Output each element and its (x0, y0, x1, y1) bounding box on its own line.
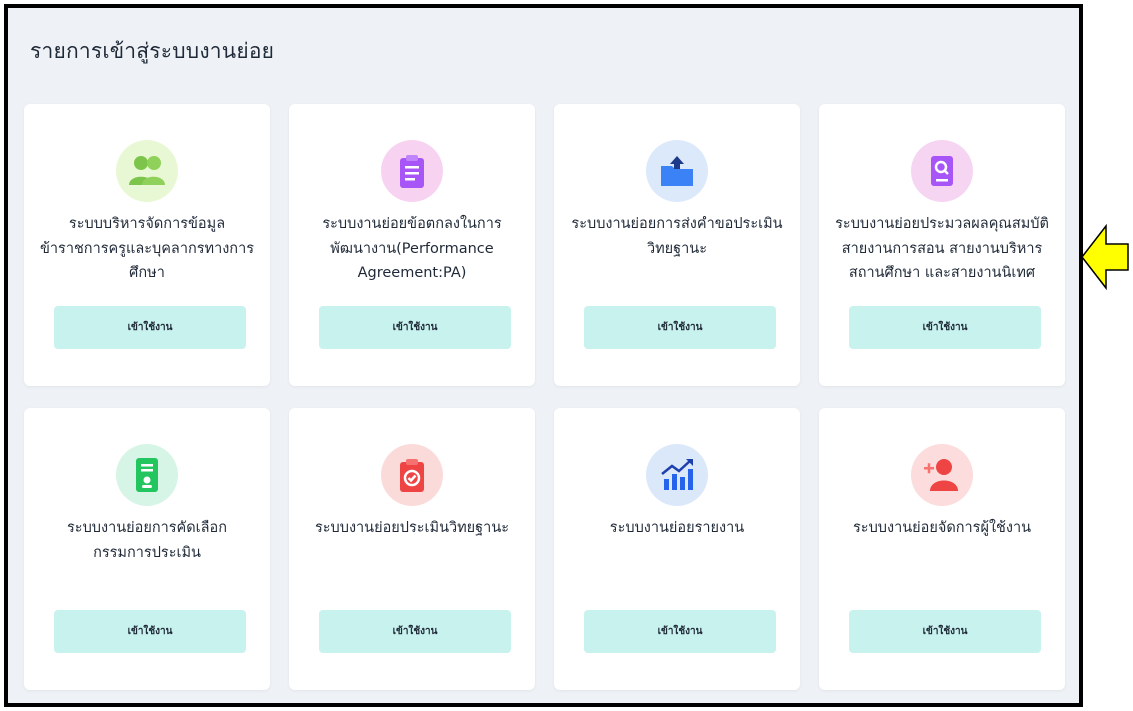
clipboard-check-icon (381, 444, 443, 506)
card-title: ระบบงานย่อยการส่งคำขอประเมินวิทยฐานะ (571, 216, 783, 257)
subsystem-card-users: ระบบงานย่อยจัดการผู้ใช้งาน เข้าใช้งาน (819, 408, 1065, 690)
subsystem-card-qualification: ระบบงานย่อยประมวลผลคุณสมบัติสายงานการสอน… (819, 104, 1065, 386)
enter-button[interactable]: เข้าใช้งาน (54, 610, 246, 653)
page-title: รายการเข้าสู่ระบบงานย่อย (30, 39, 275, 63)
add-user-icon (911, 444, 973, 506)
subsystem-card-report: ระบบงานย่อยรายงาน เข้าใช้งาน (554, 408, 800, 690)
highlight-arrow-icon (1081, 223, 1129, 291)
enter-button[interactable]: เข้าใช้งาน (849, 306, 1041, 349)
subsystem-card-committee: ระบบงานย่อยการคัดเลือกกรรมการประเมิน เข้… (24, 408, 270, 690)
document-search-icon (911, 140, 973, 202)
enter-button[interactable]: เข้าใช้งาน (319, 306, 511, 349)
card-title: ระบบงานย่อยจัดการผู้ใช้งาน (853, 520, 1031, 536)
subsystem-grid: ระบบบริหารจัดการข้อมูลข้าราชการครูและบุค… (24, 104, 1065, 690)
card-title: ระบบงานย่อยการคัดเลือกกรรมการประเมิน (67, 520, 227, 561)
upload-folder-icon (646, 140, 708, 202)
subsystem-panel: รายการเข้าสู่ระบบงานย่อย ระบบบริหารจัดกา… (4, 4, 1083, 707)
card-title: ระบบงานย่อยประมวลผลคุณสมบัติสายงานการสอน… (835, 216, 1049, 281)
enter-button[interactable]: เข้าใช้งาน (849, 610, 1041, 653)
subsystem-card-personnel: ระบบบริหารจัดการข้อมูลข้าราชการครูและบุค… (24, 104, 270, 386)
clipboard-icon (381, 140, 443, 202)
card-title: ระบบบริหารจัดการข้อมูลข้าราชการครูและบุค… (39, 216, 255, 281)
id-badge-icon (116, 444, 178, 506)
card-title: ระบบงานย่อยรายงาน (609, 520, 745, 536)
subsystem-card-evaluation: ระบบงานย่อยประเมินวิทยฐานะ เข้าใช้งาน (289, 408, 535, 690)
card-title: ระบบงานย่อยข้อตกลงในการพัฒนางาน(Performa… (322, 216, 502, 281)
subsystem-card-request: ระบบงานย่อยการส่งคำขอประเมินวิทยฐานะ เข้… (554, 104, 800, 386)
enter-button[interactable]: เข้าใช้งาน (584, 610, 776, 653)
chart-growth-icon (646, 444, 708, 506)
subsystem-card-pa: ระบบงานย่อยข้อตกลงในการพัฒนางาน(Performa… (289, 104, 535, 386)
card-title: ระบบงานย่อยประเมินวิทยฐานะ (314, 520, 510, 536)
enter-button[interactable]: เข้าใช้งาน (584, 306, 776, 349)
users-icon (116, 140, 178, 202)
enter-button[interactable]: เข้าใช้งาน (319, 610, 511, 653)
enter-button[interactable]: เข้าใช้งาน (54, 306, 246, 349)
